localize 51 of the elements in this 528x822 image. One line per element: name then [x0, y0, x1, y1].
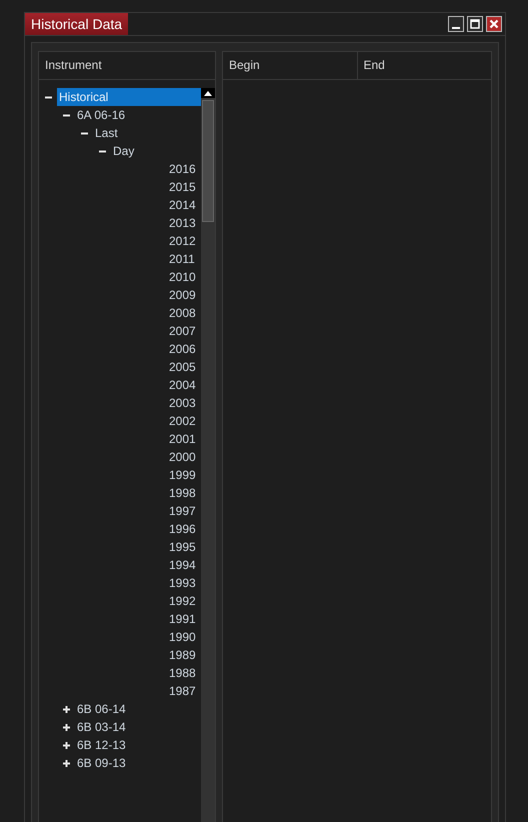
tree-item[interactable]: Historical	[57, 88, 201, 106]
tree-item[interactable]: 2010	[167, 268, 198, 286]
tree-item[interactable]: 1993	[167, 574, 198, 592]
tree-item[interactable]: 1987	[167, 682, 198, 700]
maximize-icon	[469, 18, 481, 30]
tree-item[interactable]: 2014	[167, 196, 198, 214]
tree-item[interactable]: 1999	[167, 466, 198, 484]
tree-item[interactable]: 2003	[167, 394, 198, 412]
tree-item[interactable]: 6B 09-13	[75, 754, 128, 772]
tree-item[interactable]: 2001	[167, 430, 198, 448]
column-header[interactable]: Begin	[223, 52, 356, 80]
tree-item[interactable]: 1989	[167, 646, 198, 664]
tree-item[interactable]: 1988	[167, 664, 198, 682]
tree-item[interactable]: 2008	[167, 304, 198, 322]
tree-item[interactable]: 2015	[167, 178, 198, 196]
tree-item[interactable]: 2013	[167, 214, 198, 232]
tree-item[interactable]: 1997	[167, 502, 198, 520]
tree-item[interactable]: 1995	[167, 538, 198, 556]
scroll-thumb[interactable]	[202, 100, 214, 222]
window-title: Historical Data	[25, 13, 128, 35]
tree-item[interactable]: 1990	[167, 628, 198, 646]
maximize-button[interactable]	[467, 16, 483, 32]
tree-item[interactable]: 2007	[167, 322, 198, 340]
tree-item[interactable]: 2009	[167, 286, 198, 304]
tree-item[interactable]: 6B 06-14	[75, 700, 128, 718]
tree-item[interactable]: Last	[93, 124, 120, 142]
tree-item[interactable]: 1991	[167, 610, 198, 628]
tree-item[interactable]: 6A 06-16	[75, 106, 128, 124]
tree-item[interactable]: 2002	[167, 412, 198, 430]
tree-item[interactable]: 1998	[167, 484, 198, 502]
minimize-button[interactable]	[448, 16, 464, 32]
tree-item[interactable]: 2005	[167, 358, 198, 376]
close-icon	[488, 18, 500, 30]
minimize-icon	[452, 27, 460, 29]
tree-item[interactable]: 2011	[167, 250, 197, 268]
tree-item[interactable]: 2012	[167, 232, 198, 250]
tree-item[interactable]: 2000	[167, 448, 198, 466]
tree-item[interactable]: 6B 03-14	[75, 718, 128, 736]
scrollbar[interactable]	[201, 88, 215, 822]
tree-item[interactable]: 2004	[167, 376, 198, 394]
tree-item[interactable]: 1992	[167, 592, 198, 610]
tree-item[interactable]: 2016	[167, 160, 198, 178]
tree-item[interactable]: 1994	[167, 556, 198, 574]
tree-item[interactable]: 6B 12-13	[75, 736, 128, 754]
tree-item[interactable]: 1996	[167, 520, 198, 538]
scroll-up-icon[interactable]	[201, 88, 215, 98]
column-header[interactable]: End	[356, 52, 491, 80]
close-button[interactable]	[486, 16, 502, 32]
tree-item[interactable]: Day	[111, 142, 136, 160]
tree-item[interactable]: 2006	[167, 340, 198, 358]
column-header[interactable]: Instrument	[39, 52, 215, 80]
